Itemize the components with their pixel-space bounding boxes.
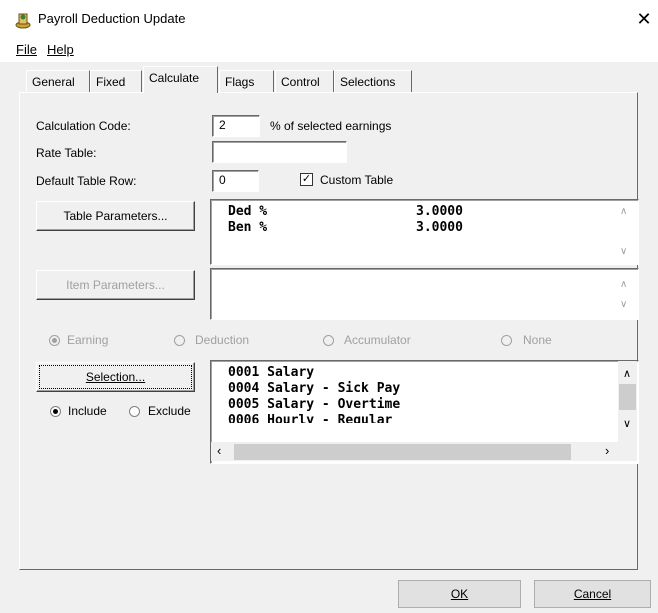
scrollbar-corner [618, 442, 637, 461]
scrollbar-thumb[interactable] [619, 384, 636, 410]
param-row-name: Ben % [228, 220, 268, 235]
radio-include[interactable] [50, 406, 61, 417]
radio-exclude-label: Exclude [148, 404, 191, 418]
default-row-value: 0 [219, 173, 226, 187]
selection-item[interactable]: 0004 Salary - Sick Pay [228, 381, 400, 396]
calc-code-label: Calculation Code: [36, 119, 131, 133]
rate-table-input[interactable] [212, 141, 347, 163]
tab-fixed[interactable]: Fixed [90, 70, 142, 92]
scroll-down-icon[interactable]: ∨ [620, 246, 627, 257]
selection-button-label: Selection... [85, 370, 146, 384]
scroll-up-icon[interactable]: ∧ [620, 206, 627, 217]
tab-selections[interactable]: Selections [334, 70, 412, 92]
custom-table-checkbox[interactable]: ✓ [300, 173, 313, 186]
selection-item[interactable]: 0001 Salary [228, 365, 314, 380]
tab-general-label: General [32, 75, 75, 89]
param-row-value: 3.0000 [416, 204, 463, 219]
cancel-button-label: Cancel [573, 587, 612, 601]
table-parameters-label: Table Parameters... [63, 209, 168, 223]
item-parameters-label: Item Parameters... [66, 278, 165, 292]
window-title: Payroll Deduction Update [38, 11, 186, 26]
selection-item[interactable]: 0005 Salary - Overtime [228, 397, 400, 412]
cancel-button[interactable]: Cancel [534, 580, 651, 608]
radio-earning[interactable] [49, 335, 60, 346]
calculate-panel [19, 92, 638, 570]
tab-control[interactable]: Control [275, 70, 334, 92]
radio-none[interactable] [501, 335, 512, 346]
tab-calculate[interactable]: Calculate [143, 66, 218, 93]
scroll-left-icon[interactable]: ‹ [217, 443, 221, 458]
selection-button[interactable]: Selection... [36, 362, 195, 392]
param-row-name: Ded % [228, 204, 268, 219]
tab-fixed-label: Fixed [96, 75, 126, 89]
menu-bar [0, 38, 658, 62]
tab-control-label: Control [281, 75, 320, 89]
calc-code-input[interactable]: 2 [212, 115, 260, 137]
tab-flags-label: Flags [225, 75, 255, 89]
table-parameters-list[interactable]: Ded % 3.0000 Ben % 3.0000 ∧ ∨ [210, 199, 639, 265]
selection-list[interactable]: 0001 Salary 0004 Salary - Sick Pay 0005 … [210, 360, 639, 464]
selection-item[interactable]: 0006 Hourly - Regular [228, 413, 392, 423]
radio-deduction[interactable] [174, 335, 185, 346]
menu-file-label: File [16, 42, 37, 57]
ok-button[interactable]: OK [398, 580, 521, 608]
scroll-down-icon[interactable]: ∨ [620, 299, 627, 310]
radio-none-label: None [523, 333, 552, 347]
calc-code-description: % of selected earnings [270, 119, 392, 133]
scroll-up-icon[interactable]: ∧ [620, 279, 627, 290]
tab-calculate-label: Calculate [149, 71, 200, 85]
default-row-input[interactable]: 0 [212, 170, 259, 192]
menu-help-label: Help [47, 42, 74, 57]
menu-help[interactable]: Help [47, 42, 74, 57]
radio-deduction-label: Deduction [195, 333, 250, 347]
tab-general[interactable]: General [26, 70, 90, 92]
item-parameters-list[interactable]: ∧ ∨ [210, 268, 639, 320]
tab-selections-label: Selections [340, 75, 396, 89]
scroll-right-icon[interactable]: › [605, 443, 609, 458]
radio-accumulator-label: Accumulator [344, 333, 411, 347]
custom-table-label: Custom Table [320, 173, 394, 187]
radio-earning-label: Earning [67, 333, 109, 347]
radio-accumulator[interactable] [323, 335, 334, 346]
hscrollbar-thumb[interactable] [234, 444, 571, 460]
scroll-up-icon[interactable]: ∧ [623, 367, 631, 380]
item-parameters-button[interactable]: Item Parameters... [36, 270, 195, 300]
radio-exclude[interactable] [129, 406, 140, 417]
rate-table-label: Rate Table: [36, 146, 97, 160]
scroll-down-icon[interactable]: ∨ [623, 417, 631, 430]
radio-include-label: Include [68, 404, 107, 418]
param-row-value: 3.0000 [416, 220, 463, 235]
default-row-label: Default Table Row: [36, 174, 137, 188]
payroll-app-icon [15, 13, 31, 29]
close-icon[interactable]: ✕ [634, 7, 654, 31]
calc-code-value: 2 [219, 118, 226, 132]
tab-flags[interactable]: Flags [219, 70, 274, 92]
menu-file[interactable]: File [16, 42, 37, 57]
ok-button-label: OK [450, 587, 469, 601]
table-parameters-button[interactable]: Table Parameters... [36, 201, 195, 231]
